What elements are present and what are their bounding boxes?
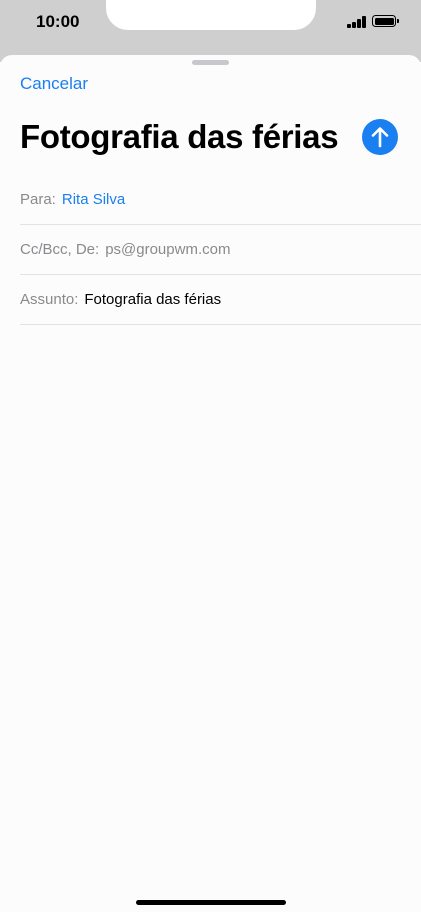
cc-bcc-from-field[interactable]: Cc/Bcc, De: ps@groupwm.com xyxy=(20,225,421,275)
cellular-signal-icon xyxy=(347,15,367,28)
subject-label: Assunto: xyxy=(20,291,79,308)
to-recipient[interactable]: Rita Silva xyxy=(62,191,125,208)
notch xyxy=(106,0,316,30)
from-address[interactable]: ps@groupwm.com xyxy=(105,241,230,258)
status-time: 10:00 xyxy=(36,12,80,31)
arrow-up-icon xyxy=(371,127,389,148)
to-label: Para: xyxy=(20,191,56,208)
page-title: Fotografia das férias xyxy=(20,118,339,155)
battery-icon xyxy=(372,15,399,27)
sheet-grabber[interactable] xyxy=(192,60,229,65)
cancel-button[interactable]: Cancelar xyxy=(20,74,88,94)
mail-compose-screen: 10:00 Cancelar Fotografia das férias Par… xyxy=(0,0,421,912)
cc-bcc-from-label: Cc/Bcc, De: xyxy=(20,241,100,258)
subject-value[interactable]: Fotografia das férias xyxy=(84,291,221,308)
compose-sheet: Cancelar Fotografia das férias Para: Rit… xyxy=(0,55,421,912)
send-button[interactable] xyxy=(362,119,398,155)
subject-field[interactable]: Assunto: Fotografia das férias xyxy=(20,275,421,325)
home-indicator[interactable] xyxy=(136,900,286,905)
message-body[interactable] xyxy=(0,326,421,886)
to-field[interactable]: Para: Rita Silva xyxy=(20,175,421,225)
status-bar: 10:00 xyxy=(0,0,421,62)
